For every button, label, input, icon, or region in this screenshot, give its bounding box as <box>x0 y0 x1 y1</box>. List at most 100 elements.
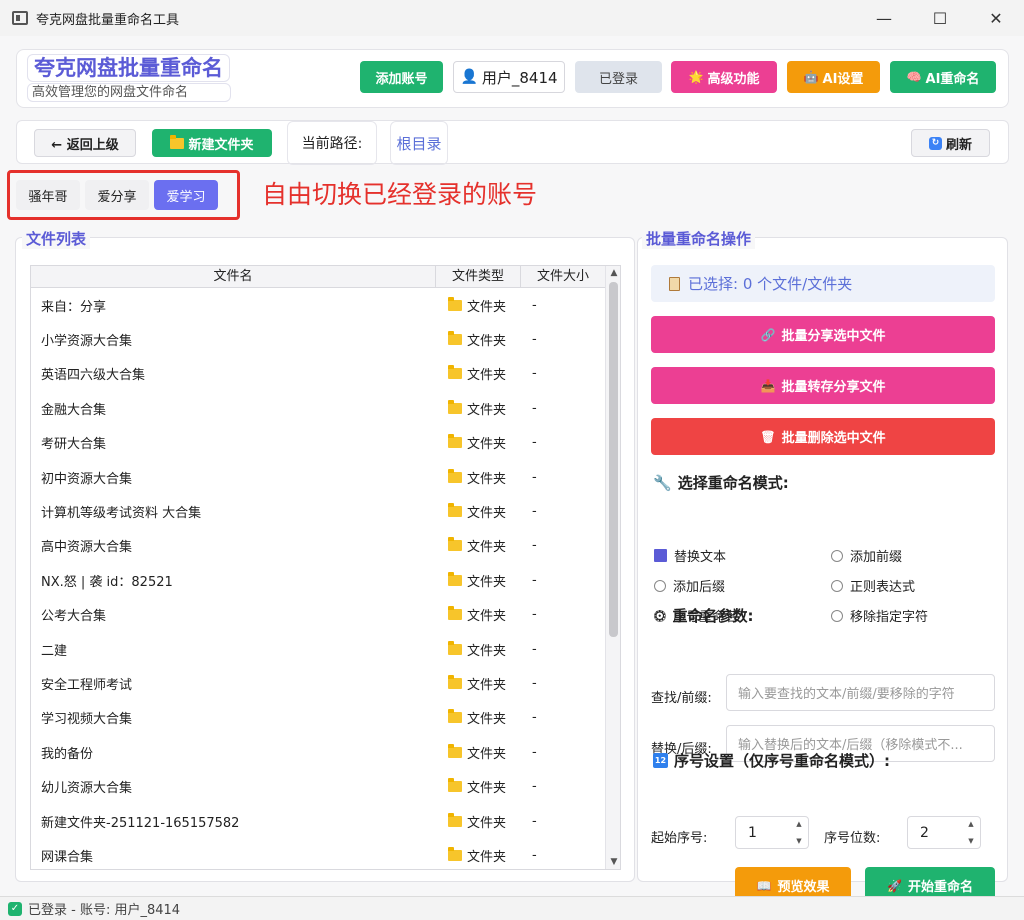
table-row[interactable]: NX.怒 | 袭 id：82521 文件夹 - <box>31 563 605 597</box>
find-input[interactable]: 输入要查找的文本/前缀/要移除的字符 <box>726 674 995 711</box>
file-name-cell: 初中资源大合集 <box>41 471 133 487</box>
file-name-cell: 计算机等级考试资料 大合集 <box>41 506 202 522</box>
start-number-spinbox[interactable]: 1 ▲ ▼ <box>735 816 809 849</box>
file-type-text: 文件夹 <box>467 712 507 728</box>
table-row[interactable]: 新建文件夹-251121-165157582 文件夹 - <box>31 804 605 838</box>
logged-in-button[interactable]: 已登录 <box>575 61 662 93</box>
status-bar: ✓ 已登录 - 账号: 用户_8414 <box>0 896 1024 920</box>
mode-radio-suffix[interactable]: 添加后缀 <box>654 576 725 595</box>
refresh-button[interactable]: ↻ 刷新 <box>911 129 990 157</box>
table-row[interactable]: 计算机等级考试资料 大合集 文件夹 - <box>31 494 605 528</box>
file-size-cell: - <box>532 332 537 348</box>
table-row[interactable]: 小学资源大合集 文件夹 - <box>31 322 605 356</box>
mode-radio-prefix[interactable]: 添加前缀 <box>831 546 902 565</box>
file-type-text: 文件夹 <box>467 815 507 831</box>
file-name-cell: 高中资源大合集 <box>41 540 133 556</box>
batch-delete-button[interactable]: 🗑 批量删除选中文件 <box>651 418 995 455</box>
table-row[interactable]: 来自：分享 文件夹 - <box>31 288 605 322</box>
ai-rename-button[interactable]: 🧠 AI重命名 <box>890 61 996 93</box>
folder-icon <box>448 296 462 311</box>
radio-icon <box>654 579 666 592</box>
advanced-button[interactable]: 🌟 高级功能 <box>671 61 777 93</box>
file-size-cell: - <box>532 675 537 691</box>
file-type-cell: 文件夹 <box>436 433 521 452</box>
digits-label: 序号位数: <box>824 831 881 846</box>
find-label: 查找/前缀: <box>651 691 712 706</box>
table-row[interactable]: 高中资源大合集 文件夹 - <box>31 529 605 563</box>
spin-up-icon[interactable]: ▲ <box>968 820 973 828</box>
wrench-icon: 🔧 <box>653 473 672 492</box>
gear-icon: ⚙ <box>653 606 667 625</box>
table-row[interactable]: 考研大合集 文件夹 - <box>31 426 605 460</box>
book-icon: 📖 <box>756 878 772 893</box>
file-type-text: 文件夹 <box>467 677 507 693</box>
selection-text: 已选择: 0 个文件/文件夹 <box>688 275 853 293</box>
batch-save-label: 批量转存分享文件 <box>781 380 886 395</box>
mode-radio-remove[interactable]: 移除指定字符 <box>831 606 928 625</box>
params-section-title: ⚙ 重命名参数: <box>653 605 753 626</box>
batch-save-button[interactable]: 📥 批量转存分享文件 <box>651 367 995 404</box>
file-type-text: 文件夹 <box>467 609 507 625</box>
file-name-cell: 公考大合集 <box>41 609 107 625</box>
file-name-cell: NX.怒 | 袭 id：82521 <box>41 574 173 590</box>
sequence-section-title: 12 序号设置（仅序号重命名模式）: <box>653 750 890 771</box>
account-tab-active[interactable]: 爱学习 <box>154 180 218 210</box>
file-size-cell: - <box>532 366 537 382</box>
account-tab[interactable]: 爱分享 <box>85 180 149 210</box>
file-name-cell: 二建 <box>41 643 68 659</box>
scroll-up-icon[interactable]: ▲ <box>606 266 620 280</box>
back-button[interactable]: ← 返回上级 <box>34 129 136 157</box>
spin-arrows[interactable]: ▲ ▼ <box>965 820 977 845</box>
user-button[interactable]: 👤 用户_8414 <box>453 61 565 93</box>
batch-share-button[interactable]: 🔗 批量分享选中文件 <box>651 316 995 353</box>
path-value[interactable]: 根目录 <box>390 121 448 165</box>
new-folder-label: 新建文件夹 <box>188 137 254 153</box>
file-type-text: 文件夹 <box>467 299 507 315</box>
mode-radio-replace[interactable]: 替换文本 <box>654 546 726 565</box>
table-row[interactable]: 网课合集 文件夹 - <box>31 838 605 869</box>
spin-up-icon[interactable]: ▲ <box>796 820 801 828</box>
table-row[interactable]: 二建 文件夹 - <box>31 632 605 666</box>
file-type-text: 文件夹 <box>467 402 507 418</box>
scroll-down-icon[interactable]: ▼ <box>606 855 620 869</box>
file-type-text: 文件夹 <box>467 781 507 797</box>
table-row[interactable]: 金融大合集 文件夹 - <box>31 391 605 425</box>
maximize-button[interactable]: ☐ <box>912 0 968 36</box>
spin-arrows[interactable]: ▲ ▼ <box>793 820 805 845</box>
ai-settings-button[interactable]: 🤖 AI设置 <box>787 61 880 93</box>
minimize-button[interactable]: — <box>856 0 912 36</box>
file-type-cell: 文件夹 <box>436 743 521 762</box>
file-name-cell: 学习视频大合集 <box>41 712 133 728</box>
account-tab[interactable]: 骚年哥 <box>16 180 80 210</box>
scroll-thumb[interactable] <box>609 282 618 637</box>
file-list-title: 文件列表 <box>22 228 91 249</box>
file-size-cell: - <box>532 469 537 485</box>
column-header-size[interactable]: 文件大小 <box>521 266 605 288</box>
brain-icon: 🧠 <box>906 70 922 84</box>
spin-down-icon[interactable]: ▼ <box>796 837 801 845</box>
table-row[interactable]: 我的备份 文件夹 - <box>31 735 605 769</box>
app-subtitle: 高效管理您的网盘文件命名 <box>27 83 231 102</box>
file-type-cell: 文件夹 <box>436 777 521 796</box>
column-header-name[interactable]: 文件名 <box>31 266 436 288</box>
column-header-type[interactable]: 文件类型 <box>436 266 521 288</box>
table-row[interactable]: 幼儿资源大合集 文件夹 - <box>31 769 605 803</box>
close-button[interactable]: ✕ <box>968 0 1024 36</box>
mode-radio-regex[interactable]: 正则表达式 <box>831 576 915 595</box>
add-account-button[interactable]: 添加账号 <box>360 61 443 93</box>
file-name-cell: 幼儿资源大合集 <box>41 781 133 797</box>
new-folder-button[interactable]: 新建文件夹 <box>152 129 272 157</box>
table-row[interactable]: 安全工程师考试 文件夹 - <box>31 666 605 700</box>
file-name-cell: 小学资源大合集 <box>41 334 133 350</box>
spin-down-icon[interactable]: ▼ <box>968 837 973 845</box>
folder-icon <box>448 468 462 483</box>
digits-spinbox[interactable]: 2 ▲ ▼ <box>907 816 981 849</box>
file-name-cell: 安全工程师考试 <box>41 677 133 693</box>
file-size-cell: - <box>532 400 537 416</box>
table-row[interactable]: 初中资源大合集 文件夹 - <box>31 460 605 494</box>
table-row[interactable]: 学习视频大合集 文件夹 - <box>31 701 605 735</box>
table-row[interactable]: 英语四六级大合集 文件夹 - <box>31 357 605 391</box>
table-row[interactable]: 公考大合集 文件夹 - <box>31 598 605 632</box>
rocket-icon: 🚀 <box>887 878 902 893</box>
vertical-scrollbar[interactable]: ▲ ▼ <box>605 266 620 869</box>
